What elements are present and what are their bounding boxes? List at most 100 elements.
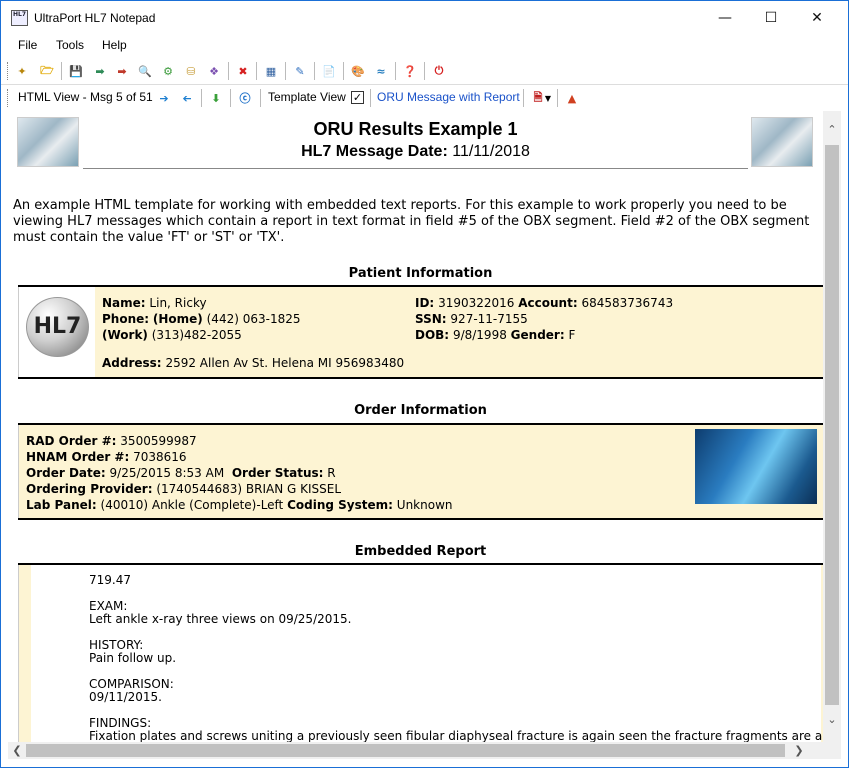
chevron-down-icon[interactable]: ▼ — [543, 89, 553, 107]
ssn-label: SSN: — [415, 312, 447, 326]
find-icon[interactable]: 🔍 — [136, 62, 154, 80]
scroll-up-icon[interactable]: ⌃ — [823, 121, 841, 138]
template-name-link[interactable]: ORU Message with Report — [377, 90, 520, 104]
vertical-scrollbar[interactable]: ⌃ ⌄ — [823, 111, 841, 742]
toolbar-separator — [285, 62, 286, 80]
account-label: Account: — [518, 296, 578, 310]
app-window: HL7 UltraPort HL7 Notepad — ☐ ✕ File Too… — [0, 0, 849, 768]
coding-system-value: Unknown — [396, 498, 453, 512]
scroll-left-icon[interactable]: ❮ — [8, 742, 26, 759]
template-view-checkbox[interactable]: ✓ — [351, 91, 364, 104]
window-view-icon[interactable]: ▦ — [262, 62, 280, 80]
patient-dob-gender: DOB: 9/8/1998 Gender: F — [415, 328, 575, 342]
patient-ssn: SSN: 927-11-7155 — [415, 312, 528, 326]
toolbar-separator — [61, 62, 62, 80]
toolbar-separator — [314, 62, 315, 80]
home-phone-value: (442) 063-1825 — [206, 312, 301, 326]
rad-order-label: RAD Order #: — [26, 434, 117, 448]
address-value: 2592 Allen Av St. Helena MI 956983480 — [165, 356, 405, 370]
patient-info-box: HL7 Name: Lin, Ricky Phone: (Home) (442)… — [18, 287, 823, 377]
lab-flask-image-right — [751, 117, 813, 167]
toolbar-grip[interactable] — [7, 62, 9, 80]
toolbar-separator — [201, 89, 202, 107]
settings-gear-icon[interactable]: ⚙ — [159, 62, 177, 80]
main-toolbar: ✦ 🗁 💾 ➡ ➡ 🔍 ⚙ ⛁ ❖ ✖ ▦ ✎ 📄 🎨 ≈ ❓ ⏻ — [1, 57, 848, 85]
dob-value: 9/8/1998 — [452, 328, 507, 342]
delete-icon[interactable]: ✖ — [234, 62, 252, 80]
lab-panel-value: (40010) Ankle (Complete)-Left — [100, 498, 284, 512]
message-position-label: HTML View - Msg 5 of 51 — [18, 90, 153, 104]
download-arrow-icon[interactable]: ⬇ — [207, 89, 225, 107]
horizontal-scroll-thumb[interactable] — [26, 744, 785, 757]
palette-icon[interactable]: 🎨 — [349, 62, 367, 80]
toolbar-separator — [370, 89, 371, 107]
order-section-title: Order Information — [354, 403, 487, 418]
previous-arrow-icon[interactable]: ➔ — [178, 89, 196, 107]
edit-form-icon[interactable]: ✎ — [291, 62, 309, 80]
lab-panel-label: Lab Panel: — [26, 498, 97, 512]
save-icon[interactable]: 💾 — [67, 62, 85, 80]
id-value: 3190322016 — [438, 296, 515, 310]
toolbar-separator — [256, 62, 257, 80]
tools-icon[interactable]: ❖ — [205, 62, 223, 80]
patient-address: Address: 2592 Allen Av St. Helena MI 956… — [102, 356, 404, 370]
gender-value: F — [568, 328, 576, 342]
toolbar-separator — [557, 89, 558, 107]
power-icon[interactable]: ⏻ — [430, 62, 448, 80]
menu-bar: File Tools Help — [1, 35, 848, 56]
phone-label: Phone: — [102, 312, 150, 326]
toolbar-grip[interactable] — [7, 89, 9, 107]
view-toolbar: HTML View - Msg 5 of 51 ➔ ➔ ⬇ ⓒ Template… — [1, 86, 848, 111]
lab-flask-image-left — [17, 117, 79, 167]
ssn-value: 927-11-7155 — [450, 312, 528, 326]
menu-help[interactable]: Help — [102, 38, 127, 52]
message-date: HL7 Message Date: 11/11/2018 — [83, 143, 748, 161]
title-bar: HL7 UltraPort HL7 Notepad — ☐ ✕ — [1, 1, 848, 35]
work-phone-value: (313)482-2055 — [151, 328, 242, 342]
open-folder-icon[interactable]: 🗁 — [38, 62, 56, 80]
coding-system-label: Coding System: — [287, 498, 393, 512]
embedded-report-box: 719.47 EXAM: Left ankle x-ray three view… — [18, 565, 823, 742]
patient-work-phone: (Work) (313)482-2055 — [102, 328, 242, 342]
work-label: (Work) — [102, 328, 148, 342]
new-wand-icon[interactable]: ✦ — [13, 62, 31, 80]
patient-section-title: Patient Information — [348, 266, 493, 281]
order-date-value: 9/25/2015 8:53 AM — [109, 466, 225, 480]
order-status-label: Order Status: — [231, 466, 324, 480]
section-divider — [18, 518, 823, 520]
toolbar-separator — [523, 89, 524, 107]
help-icon[interactable]: ❓ — [401, 62, 419, 80]
window-title: UltraPort HL7 Notepad — [34, 11, 156, 25]
close-button[interactable]: ✕ — [794, 1, 840, 35]
maximize-button[interactable]: ☐ — [748, 1, 794, 35]
menu-tools[interactable]: Tools — [56, 38, 84, 52]
toolbar-separator — [230, 89, 231, 107]
rad-order: RAD Order #: 3500599987 — [26, 434, 197, 448]
report-text: 719.47 EXAM: Left ankle x-ray three view… — [89, 573, 823, 743]
scroll-down-icon[interactable]: ⌄ — [823, 711, 841, 728]
lab-panel: Lab Panel: (40010) Ankle (Complete)-Left… — [26, 498, 453, 512]
next-arrow-icon[interactable]: ➔ — [155, 89, 173, 107]
document-icon[interactable]: 📄 — [320, 62, 338, 80]
hnam-order-value: 7038616 — [133, 450, 187, 464]
horizontal-scrollbar[interactable]: ❮ ❯ — [8, 742, 841, 759]
hl7-logo-icon: HL7 — [26, 297, 89, 357]
message-date-value: 11/11/2018 — [452, 143, 530, 160]
header-divider — [83, 168, 748, 169]
export-icon[interactable]: ➡ — [113, 62, 131, 80]
message-date-label: HL7 Message Date: — [301, 143, 448, 160]
signal-icon[interactable]: ≈ — [372, 62, 390, 80]
patient-home-phone: Phone: (Home) (442) 063-1825 — [102, 312, 300, 326]
home-label: (Home) — [152, 312, 203, 326]
menu-file[interactable]: File — [18, 38, 37, 52]
import-icon[interactable]: ➡ — [91, 62, 109, 80]
browser-icon[interactable]: ⓒ — [236, 89, 254, 107]
scroll-right-icon[interactable]: ❯ — [790, 742, 808, 759]
html-view-content[interactable]: ORU Results Example 1 HL7 Message Date: … — [8, 111, 823, 742]
shapes-icon[interactable]: ▲ — [563, 89, 581, 107]
minimize-button[interactable]: — — [702, 1, 748, 35]
database-icon[interactable]: ⛁ — [182, 62, 200, 80]
lab-microscope-photo — [695, 429, 817, 504]
vertical-scroll-thumb[interactable] — [825, 145, 839, 705]
order-date-label: Order Date: — [26, 466, 106, 480]
